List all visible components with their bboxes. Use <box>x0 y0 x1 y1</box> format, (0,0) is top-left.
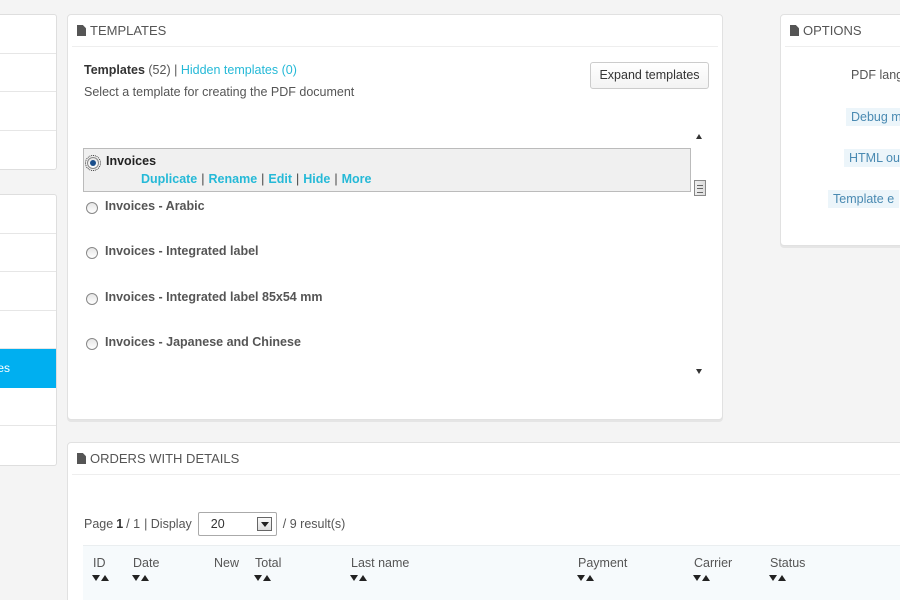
template-radio[interactable] <box>86 338 98 350</box>
sort-icon[interactable] <box>693 575 710 581</box>
templates-hint: Select a template for creating the PDF d… <box>84 85 355 99</box>
page-label: Page <box>84 517 114 531</box>
template-row[interactable]: Invoices - Arabic <box>83 194 691 238</box>
template-label: Invoices <box>106 154 157 168</box>
more-link[interactable]: More <box>342 172 372 186</box>
template-row[interactable]: Invoices - Integrated label <box>83 239 691 283</box>
sidebar-item-active[interactable]: tes <box>0 349 56 388</box>
sidebar-item[interactable] <box>0 92 56 131</box>
pagination: Page 1 / 1 | Display 20 / 9 result(s) <box>84 512 345 536</box>
sidebar-item[interactable] <box>0 15 56 54</box>
option-label: PDF lang <box>851 68 900 82</box>
column-header-total: Total <box>255 556 282 570</box>
file-icon <box>77 25 86 36</box>
templates-summary: Templates (52) | Hidden templates (0) <box>84 63 297 77</box>
template-actions: Duplicate | Rename | Edit | Hide | More <box>141 172 372 186</box>
sidebar-item[interactable]: k <box>0 426 56 465</box>
file-icon <box>77 453 86 464</box>
edit-link[interactable]: Edit <box>268 172 292 186</box>
sidebar-item[interactable] <box>0 195 56 234</box>
hidden-templates-link[interactable]: Hidden templates (0) <box>181 63 297 77</box>
column-header-new: New <box>214 556 240 570</box>
column-header-id: ID <box>93 556 106 570</box>
orders-panel: ORDERS WITH DETAILS Page 1 / 1 | Display… <box>67 442 900 600</box>
templates-scrollbar[interactable] <box>693 129 708 379</box>
scroll-up-icon[interactable] <box>696 134 702 139</box>
sidebar-item[interactable] <box>0 311 56 349</box>
sidebar-item[interactable] <box>0 54 56 92</box>
template-radio[interactable] <box>86 293 98 305</box>
orders-table-header: ID Date New Total Last name Payment Carr… <box>83 545 900 600</box>
option-tag[interactable]: HTML ou <box>844 149 900 167</box>
sort-icon[interactable] <box>577 575 594 581</box>
sidebar-item[interactable] <box>0 388 56 426</box>
panel-title: ORDERS WITH DETAILS <box>90 451 240 466</box>
template-row[interactable]: Invoices - Integrated label 85x54 mm <box>83 285 691 329</box>
expand-templates-button[interactable]: Expand templates <box>590 62 709 89</box>
page-total: / 1 <box>126 517 141 531</box>
template-label: Invoices - Japanese and Chinese <box>105 335 301 349</box>
display-select[interactable]: 20 <box>197 512 277 536</box>
column-header-status: Status <box>770 556 806 570</box>
hide-link[interactable]: Hide <box>303 172 330 186</box>
sidebar-item[interactable] <box>0 234 56 272</box>
template-row-selected[interactable]: Invoices Duplicate | Rename | Edit | Hide | More <box>83 148 691 192</box>
template-radio[interactable] <box>86 247 98 259</box>
column-header-last-name: Last name <box>351 556 410 570</box>
templates-panel: TEMPLATES Templates (52) | Hidden templa… <box>67 14 723 420</box>
templates-label: Templates <box>84 63 145 77</box>
rename-link[interactable]: Rename <box>209 172 258 186</box>
templates-panel-heading: TEMPLATES <box>72 15 718 47</box>
sidebar-item[interactable] <box>0 131 56 170</box>
option-tag[interactable]: Debug m <box>846 108 900 126</box>
sort-icon[interactable] <box>350 575 367 581</box>
panel-title: TEMPLATES <box>90 23 167 38</box>
chevron-down-icon[interactable] <box>256 517 272 531</box>
template-row[interactable]: Invoices - Japanese and Chinese <box>83 330 691 374</box>
sort-icon[interactable] <box>769 575 786 581</box>
display-label: | Display <box>144 517 192 531</box>
scroll-thumb[interactable] <box>694 180 706 196</box>
summary-separator: | <box>174 63 178 77</box>
sidebar-group-top <box>0 14 57 170</box>
template-label: Invoices - Integrated label 85x54 mm <box>105 290 323 304</box>
option-tag[interactable]: Template e <box>828 190 900 208</box>
result-count: / 9 result(s) <box>282 517 346 531</box>
column-header-carrier: Carrier <box>694 556 733 570</box>
sort-icon[interactable] <box>92 575 109 581</box>
orders-panel-heading: ORDERS WITH DETAILS <box>72 443 900 475</box>
templates-list: Invoices Duplicate | Rename | Edit | Hide | More… <box>83 129 708 379</box>
template-radio[interactable] <box>86 202 98 214</box>
sidebar: tes k <box>0 14 57 466</box>
duplicate-link[interactable]: Duplicate <box>141 172 197 186</box>
template-radio[interactable] <box>85 155 101 171</box>
scroll-down-icon[interactable] <box>696 369 702 374</box>
template-label: Invoices - Integrated label <box>105 244 259 258</box>
column-header-date: Date <box>133 556 160 570</box>
file-icon <box>790 25 799 36</box>
sidebar-group-bottom: tes k <box>0 194 57 466</box>
display-value: 20 <box>210 517 225 531</box>
column-header-payment: Payment <box>578 556 628 570</box>
templates-count: (52) <box>148 63 171 77</box>
panel-title: OPTIONS <box>803 23 862 38</box>
options-panel-heading: OPTIONS <box>785 15 900 47</box>
sort-icon[interactable] <box>254 575 271 581</box>
page-current: 1 <box>116 517 124 531</box>
options-panel: OPTIONS PDF lang Debug m HTML ou Templat… <box>780 14 900 246</box>
sort-icon[interactable] <box>132 575 149 581</box>
template-label: Invoices - Arabic <box>105 199 205 213</box>
sidebar-item[interactable] <box>0 272 56 311</box>
